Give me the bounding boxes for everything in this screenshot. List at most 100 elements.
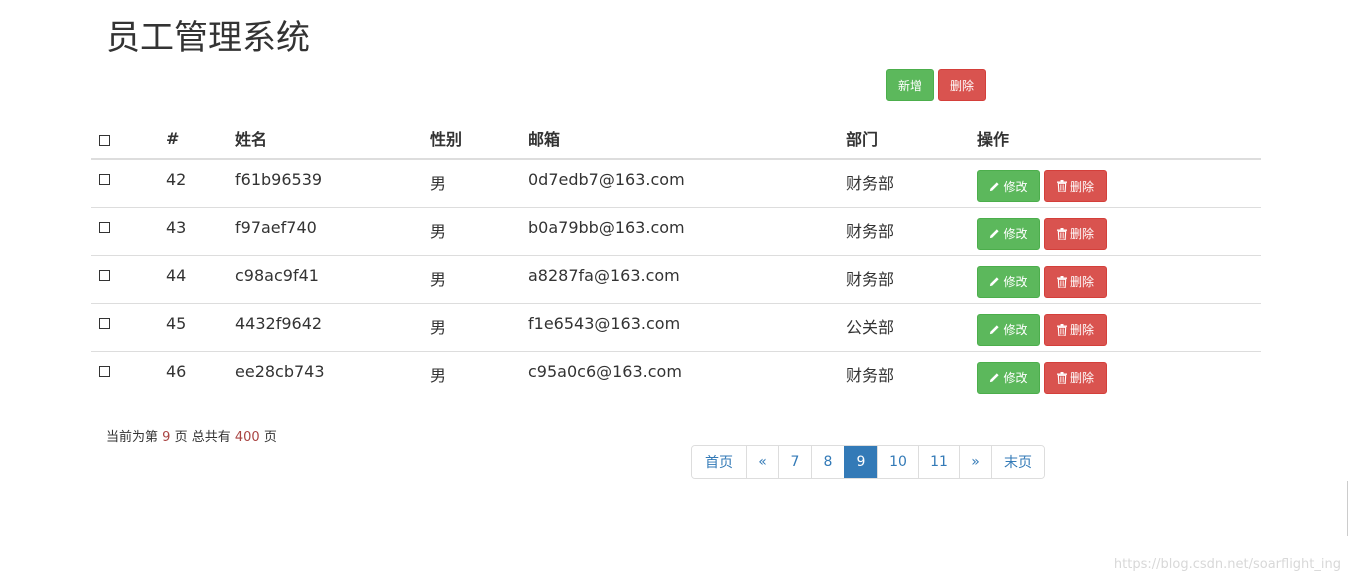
pencil-icon <box>989 372 1000 383</box>
cell-id: 42 <box>166 159 235 208</box>
current-page-number: 9 <box>162 430 171 445</box>
cell-name: f61b96539 <box>235 159 430 208</box>
table-row: 44 c98ac9f41 男 a8287fa@163.com 财务部 修改 删除 <box>91 255 1261 304</box>
row-checkbox[interactable] <box>99 221 110 233</box>
delete-button[interactable]: 删除 <box>1044 313 1107 346</box>
pagination: 首页 « 7 8 9 10 11 » 末页 <box>691 445 1045 479</box>
edit-button[interactable]: 修改 <box>977 217 1040 250</box>
page-link-7[interactable]: 7 <box>778 446 811 478</box>
edit-button[interactable]: 修改 <box>977 313 1040 346</box>
cell-dept: 财务部 <box>846 365 895 385</box>
pencil-icon <box>989 181 1000 192</box>
cell-dept: 财务部 <box>846 255 977 304</box>
delete-button[interactable]: 删除 <box>1044 265 1107 298</box>
delete-button[interactable]: 删除 <box>1044 361 1107 394</box>
watermark-text: https://blog.csdn.net/soarflight_ing <box>1113 557 1341 572</box>
cell-dept: 财务部 <box>846 207 977 256</box>
delete-label: 删除 <box>1069 323 1094 337</box>
employee-table: # 姓名 性别 邮箱 部门 操作 42 f61b96539 男 0d7edb7@… <box>91 118 1261 399</box>
header-email: 邮箱 <box>528 118 846 160</box>
edit-button[interactable]: 修改 <box>977 265 1040 298</box>
row-check-cell <box>91 159 166 208</box>
cell-name: ee28cb743 <box>235 361 325 381</box>
cell-gender: 男 <box>430 365 447 385</box>
delete-label: 删除 <box>1069 371 1094 385</box>
page-link-10[interactable]: 10 <box>877 446 918 478</box>
trash-icon <box>1056 227 1067 240</box>
delete-label: 删除 <box>1069 179 1094 194</box>
cell-id: 45 <box>166 303 235 352</box>
next-page-link[interactable]: » <box>959 446 991 478</box>
page-info-prefix: 当前为第 <box>106 430 159 445</box>
table-row: 43 f97aef740 男 b0a79bb@163.com 财务部 修改 删除 <box>91 207 1261 256</box>
table-row: 46 ee28cb743 男 c95a0c6@163.com 财务部 修改 删除 <box>91 351 1261 399</box>
cell-dept: 财务部 <box>846 159 977 208</box>
table-header-row: # 姓名 性别 邮箱 部门 操作 <box>91 118 1261 160</box>
cell-id: 44 <box>166 255 235 304</box>
prev-page-link[interactable]: « <box>746 446 778 478</box>
cell-email: 0d7edb7@163.com <box>528 159 846 208</box>
table-row: 42 f61b96539 男 0d7edb7@163.com 财务部 修改 删除 <box>91 159 1261 208</box>
page-info-middle: 页 总共有 <box>174 430 231 445</box>
trash-icon <box>1056 180 1067 192</box>
toolbar: 新增 删除 <box>886 69 986 101</box>
row-checkbox[interactable] <box>99 365 110 377</box>
cell-email: b0a79bb@163.com <box>528 207 846 256</box>
delete-button[interactable]: 删除 <box>1044 217 1107 250</box>
cell-gender: 男 <box>430 159 528 208</box>
delete-button[interactable]: 删除 <box>1044 170 1107 202</box>
edit-label: 修改 <box>1003 371 1028 385</box>
row-checkbox[interactable] <box>99 317 110 329</box>
header-name: 姓名 <box>235 118 430 160</box>
cell-email: c95a0c6@163.com <box>528 361 682 381</box>
page-link-9[interactable]: 9 <box>844 446 877 478</box>
trash-icon <box>1056 275 1067 288</box>
total-pages-number: 400 <box>234 430 260 445</box>
select-all-checkbox[interactable] <box>99 134 110 146</box>
row-checkbox[interactable] <box>99 269 110 281</box>
cell-id: 43 <box>166 207 235 256</box>
cell-name: 4432f9642 <box>235 303 430 352</box>
add-button[interactable]: 新增 <box>886 69 934 101</box>
cell-name: f97aef740 <box>235 207 430 256</box>
pencil-icon <box>989 276 1000 287</box>
pencil-icon <box>989 324 1000 335</box>
edit-label: 修改 <box>1003 179 1028 194</box>
edit-button[interactable]: 修改 <box>977 170 1040 202</box>
row-check-cell <box>91 351 166 399</box>
row-checkbox[interactable] <box>99 174 110 185</box>
delete-label: 删除 <box>1069 275 1094 289</box>
header-gender: 性别 <box>430 118 528 160</box>
page-title: 员工管理系统 <box>106 18 310 58</box>
cell-name: c98ac9f41 <box>235 255 430 304</box>
first-page-link[interactable]: 首页 <box>692 446 746 478</box>
page-link-8[interactable]: 8 <box>811 446 844 478</box>
trash-icon <box>1056 371 1067 384</box>
table-row: 45 4432f9642 男 f1e6543@163.com 公关部 修改 删除 <box>91 303 1261 352</box>
cell-ops: 修改 删除 <box>977 159 1261 208</box>
cell-gender: 男 <box>430 255 528 304</box>
scrollbar-edge <box>1347 481 1348 536</box>
edit-label: 修改 <box>1003 227 1028 241</box>
cell-email: a8287fa@163.com <box>528 255 846 304</box>
header-id: # <box>166 118 235 160</box>
header-check-cell <box>91 118 166 160</box>
edit-button[interactable]: 修改 <box>977 361 1040 394</box>
cell-ops: 修改 删除 <box>977 351 1261 399</box>
edit-label: 修改 <box>1003 275 1028 289</box>
cell-gender: 男 <box>430 207 528 256</box>
cell-ops: 修改 删除 <box>977 207 1261 256</box>
cell-ops: 修改 删除 <box>977 303 1261 352</box>
delete-label: 删除 <box>1069 227 1094 241</box>
cell-ops: 修改 删除 <box>977 255 1261 304</box>
trash-icon <box>1056 323 1067 336</box>
cell-gender: 男 <box>430 303 528 352</box>
last-page-link[interactable]: 末页 <box>991 446 1044 478</box>
cell-email: f1e6543@163.com <box>528 303 846 352</box>
bulk-delete-button[interactable]: 删除 <box>938 69 986 101</box>
row-check-cell <box>91 255 166 304</box>
page-link-11[interactable]: 11 <box>918 446 959 478</box>
header-ops: 操作 <box>977 118 1261 160</box>
cell-id: 46 <box>166 361 187 381</box>
pencil-icon <box>989 228 1000 239</box>
